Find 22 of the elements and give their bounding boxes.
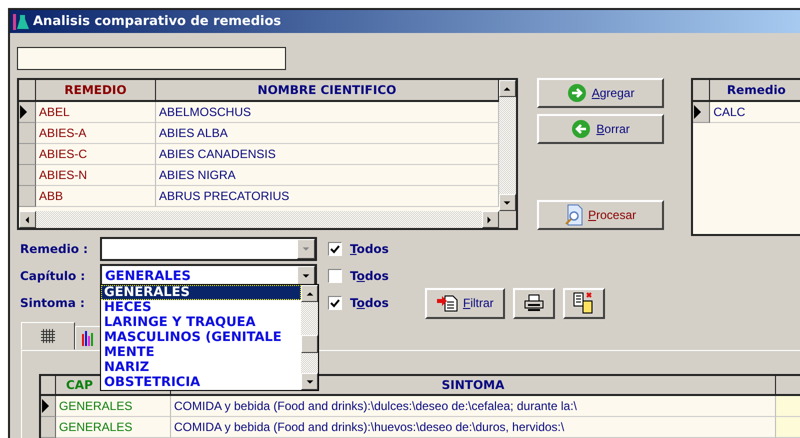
- table-cell: ABIES ALBA: [156, 123, 499, 144]
- table-cell: GENERALES: [56, 396, 171, 417]
- table-cell: CALC: [710, 102, 800, 123]
- checkbox-label: Todos: [350, 269, 389, 283]
- table-cell: ABRUS PRECATORIUS: [156, 186, 499, 207]
- checkbox-label: Todos: [350, 296, 389, 310]
- table-cell: ABIES NIGRA: [156, 165, 499, 186]
- table-cell: ABIES-C: [36, 144, 156, 165]
- checkbox-label: Todos: [350, 242, 389, 256]
- table-cell: ABEL: [36, 102, 156, 123]
- table-cell: GENERALES: [56, 417, 171, 438]
- table-cell: ABIES-A: [36, 123, 156, 144]
- field-label: Capítulo :: [19, 269, 86, 283]
- field-label: Sintoma :: [19, 296, 86, 310]
- table-cell: ABIES CANADENSIS: [156, 144, 499, 165]
- field-label: Remedio :: [19, 242, 89, 256]
- table-cell: ABB: [36, 186, 156, 207]
- table-cell: ABELMOSCHUS: [156, 102, 499, 123]
- table-cell: ABIES-N: [36, 165, 156, 186]
- table-cell: COMIDA y bebida (Food and drinks):\dulces:\deseo de:\cefalea; durante la:\: [171, 396, 776, 417]
- table-cell: COMIDA y bebida (Food and drinks):\huevos:\deseo de:\duros, hervidos:\: [171, 417, 776, 438]
- window-title: Analisis comparativo de remedios: [33, 14, 282, 29]
